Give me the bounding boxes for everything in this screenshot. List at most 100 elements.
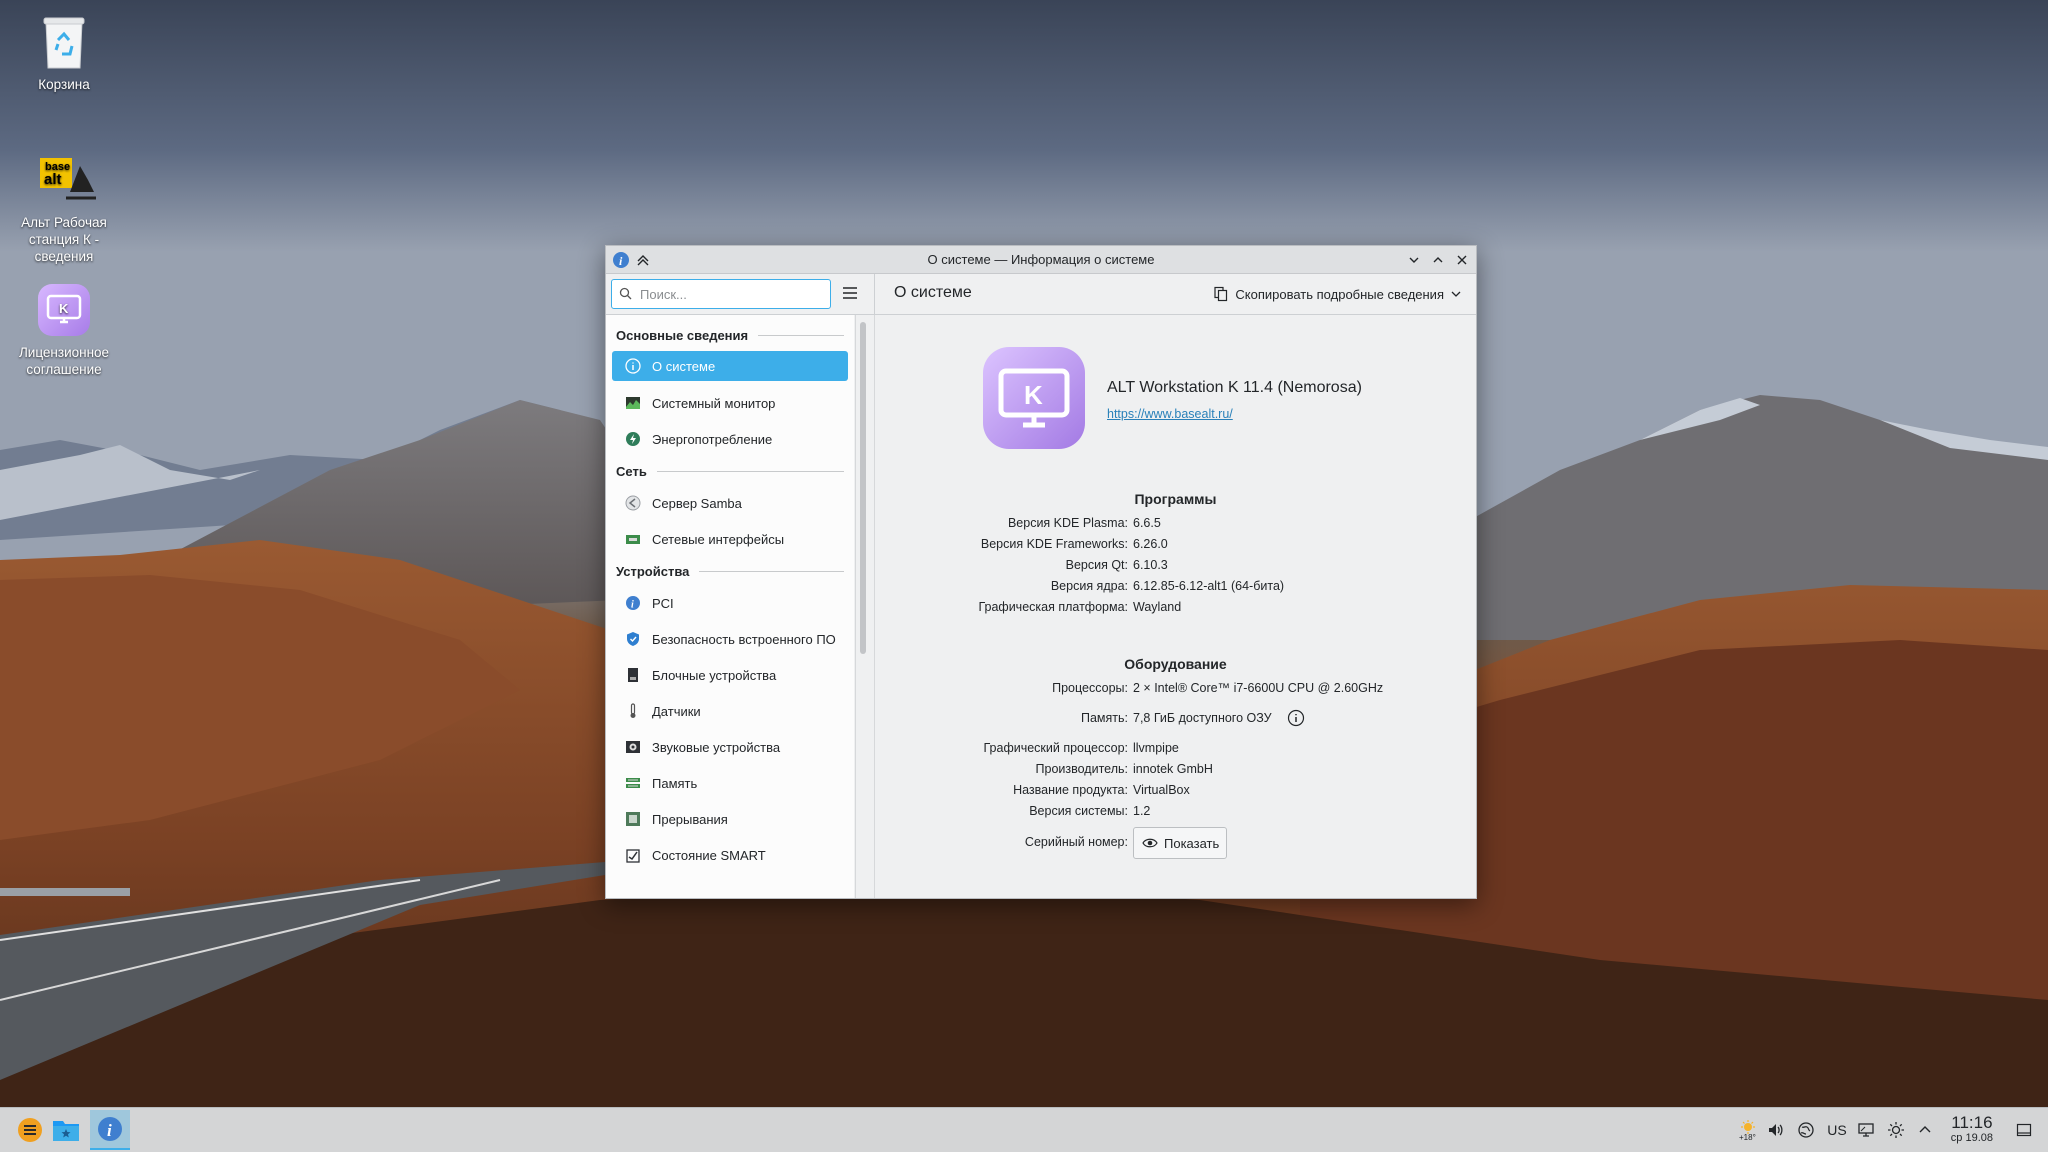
info-value: 6.6.5 <box>1133 516 1161 530</box>
divider <box>874 274 875 314</box>
sidebar-category: Сеть <box>606 457 854 485</box>
taskbar: i +18° US 11:16 ср 19.08 <box>0 1107 2048 1152</box>
keyboard-layout-indicator[interactable]: US <box>1824 1120 1850 1140</box>
basealt-logo-icon: base alt <box>36 152 96 208</box>
info-key: Память: <box>1080 711 1128 725</box>
app-launcher-button[interactable] <box>14 1114 46 1146</box>
software-section-title: Программы <box>1134 491 1217 507</box>
sidebar: Основные сведения О системе Системный мо… <box>606 315 854 898</box>
minimize-button[interactable] <box>1404 250 1424 270</box>
sidebar-item-sensors[interactable]: Датчики <box>612 693 848 729</box>
sidebar-item-pci[interactable]: i PCI <box>612 585 848 621</box>
info-key: Графическая платформа: <box>978 600 1128 614</box>
category-label: Основные сведения <box>616 327 749 343</box>
close-button[interactable] <box>1452 250 1472 270</box>
desktop-icon-label: Альт Рабочая станция К - сведения <box>21 215 107 264</box>
svg-text:alt: alt <box>44 171 62 188</box>
desktop-icon-trash[interactable]: Корзина <box>4 14 124 93</box>
svg-text:K: K <box>1024 380 1043 410</box>
license-icon: K <box>36 282 92 338</box>
sidebar-item-network[interactable]: Сетевые интерфейсы <box>612 521 848 557</box>
info-value: VirtualBox <box>1133 783 1190 797</box>
folder-icon <box>53 1121 79 1141</box>
info-value: 6.10.3 <box>1133 558 1168 572</box>
info-row: Производитель: innotek GmbH <box>875 762 1476 782</box>
network-tray-button[interactable] <box>1796 1120 1816 1140</box>
eye-icon <box>1142 838 1158 848</box>
sidebar-item-power[interactable]: Энергопотребление <box>612 421 848 457</box>
info-row: Графическая платформа: Wayland <box>875 600 1476 620</box>
sidebar-item-system-monitor[interactable]: Системный монитор <box>612 385 848 421</box>
info-value: 6.12.85-6.12-alt1 (64-бита) <box>1133 579 1285 593</box>
system-monitor-icon <box>624 394 642 412</box>
info-value: 7,8 ГиБ доступного ОЗУ <box>1133 711 1272 725</box>
taskbar-task-system-info[interactable]: i <box>90 1110 130 1150</box>
info-key: Версия ядра: <box>1050 579 1128 593</box>
sidebar-item-label: Блочные устройства <box>652 667 777 683</box>
info-key: Версия KDE Frameworks: <box>980 537 1128 551</box>
system-info-window: i О системе — Информация о системе О сис… <box>605 245 1477 899</box>
file-manager-button[interactable] <box>50 1114 82 1146</box>
launcher-icon <box>18 1118 42 1142</box>
tray-expand-button[interactable] <box>1915 1120 1935 1140</box>
copy-icon <box>1214 286 1228 302</box>
desktop-icon-label: Лицензионное соглашение <box>18 345 110 377</box>
sidebar-item-firmware-security[interactable]: Безопасность встроенного ПО <box>612 621 848 657</box>
category-label: Устройства <box>616 563 690 579</box>
info-icon <box>624 357 642 375</box>
audio-icon <box>624 738 642 756</box>
info-row: Процессоры: 2 × Intel® Core™ i7-6600U CPU… <box>875 681 1476 701</box>
maximize-button[interactable] <box>1428 250 1448 270</box>
window-titlebar[interactable]: i О системе — Информация о системе <box>606 246 1476 274</box>
display-button[interactable] <box>1856 1120 1876 1140</box>
copy-details-button[interactable]: Скопировать подробные сведения <box>1213 282 1462 306</box>
memory-info-icon[interactable] <box>1287 709 1305 727</box>
desktop-icon-label: Корзина <box>38 77 90 92</box>
block-device-icon <box>624 666 642 684</box>
sidebar-item-label: Безопасность встроенного ПО <box>652 631 836 647</box>
chevron-up-icon <box>1433 257 1443 263</box>
sidebar-item-about[interactable]: О системе <box>612 351 848 381</box>
sidebar-item-interrupts[interactable]: Прерывания <box>612 801 848 837</box>
clock[interactable]: 11:16 ср 19.08 <box>1951 1113 1993 1145</box>
sidebar-item-label: Состояние SMART <box>652 847 766 863</box>
hamburger-menu-button[interactable] <box>839 282 861 304</box>
sidebar-category: Устройства <box>606 557 854 585</box>
volume-button[interactable] <box>1766 1120 1786 1140</box>
desktop-icon-license[interactable]: K Лицензионное соглашение <box>4 282 124 378</box>
search-input[interactable] <box>638 284 827 304</box>
info-key: Процессоры: <box>1052 681 1128 695</box>
info-value: innotek GmbH <box>1133 762 1213 776</box>
sidebar-item-label: Память <box>652 775 698 791</box>
chevron-down-icon <box>1409 257 1419 263</box>
sidebar-scrollbar[interactable] <box>860 322 866 654</box>
search-icon <box>619 287 632 300</box>
show-desktop-icon <box>2016 1123 2032 1137</box>
os-name: ALT Workstation K 11.4 (Nemorosa) <box>1107 379 1362 396</box>
brightness-button[interactable] <box>1886 1120 1906 1140</box>
desktop-icon-alt-info[interactable]: base alt Альт Рабочая станция К - сведен… <box>4 152 124 265</box>
info-icon: i <box>98 1117 122 1141</box>
info-value: 2 × Intel® Core™ i7-6600U CPU @ 2.60GHz <box>1133 681 1384 695</box>
sidebar-item-label: Звуковые устройства <box>652 739 781 755</box>
info-row: Версия системы: 1.2 <box>875 804 1476 824</box>
info-key: Серийный номер: <box>1024 835 1128 849</box>
sidebar-item-audio[interactable]: Звуковые устройства <box>612 729 848 765</box>
info-row: Версия Qt: 6.10.3 <box>875 558 1476 578</box>
sidebar-item-samba[interactable]: Сервер Samba <box>612 485 848 521</box>
search-box[interactable] <box>611 279 831 309</box>
sidebar-item-memory[interactable]: Память <box>612 765 848 801</box>
sidebar-item-block-devices[interactable]: Блочные устройства <box>612 657 848 693</box>
weather-widget[interactable]: +18° <box>1735 1120 1757 1142</box>
globe-icon <box>1798 1122 1814 1138</box>
os-website-link[interactable]: https://www.basealt.ru/ <box>1107 407 1233 421</box>
show-serial-button[interactable]: Показать <box>1133 827 1227 859</box>
close-icon <box>1457 255 1467 265</box>
hardware-section-title: Оборудование <box>1124 656 1227 672</box>
info-row: Версия KDE Frameworks: 6.26.0 <box>875 537 1476 557</box>
sidebar-item-smart[interactable]: Состояние SMART <box>612 837 848 873</box>
pci-icon: i <box>624 594 642 612</box>
info-row: Графический процессор: llvmpipe <box>875 741 1476 761</box>
show-desktop-button[interactable] <box>2014 1120 2034 1140</box>
svg-text:i: i <box>631 600 634 611</box>
